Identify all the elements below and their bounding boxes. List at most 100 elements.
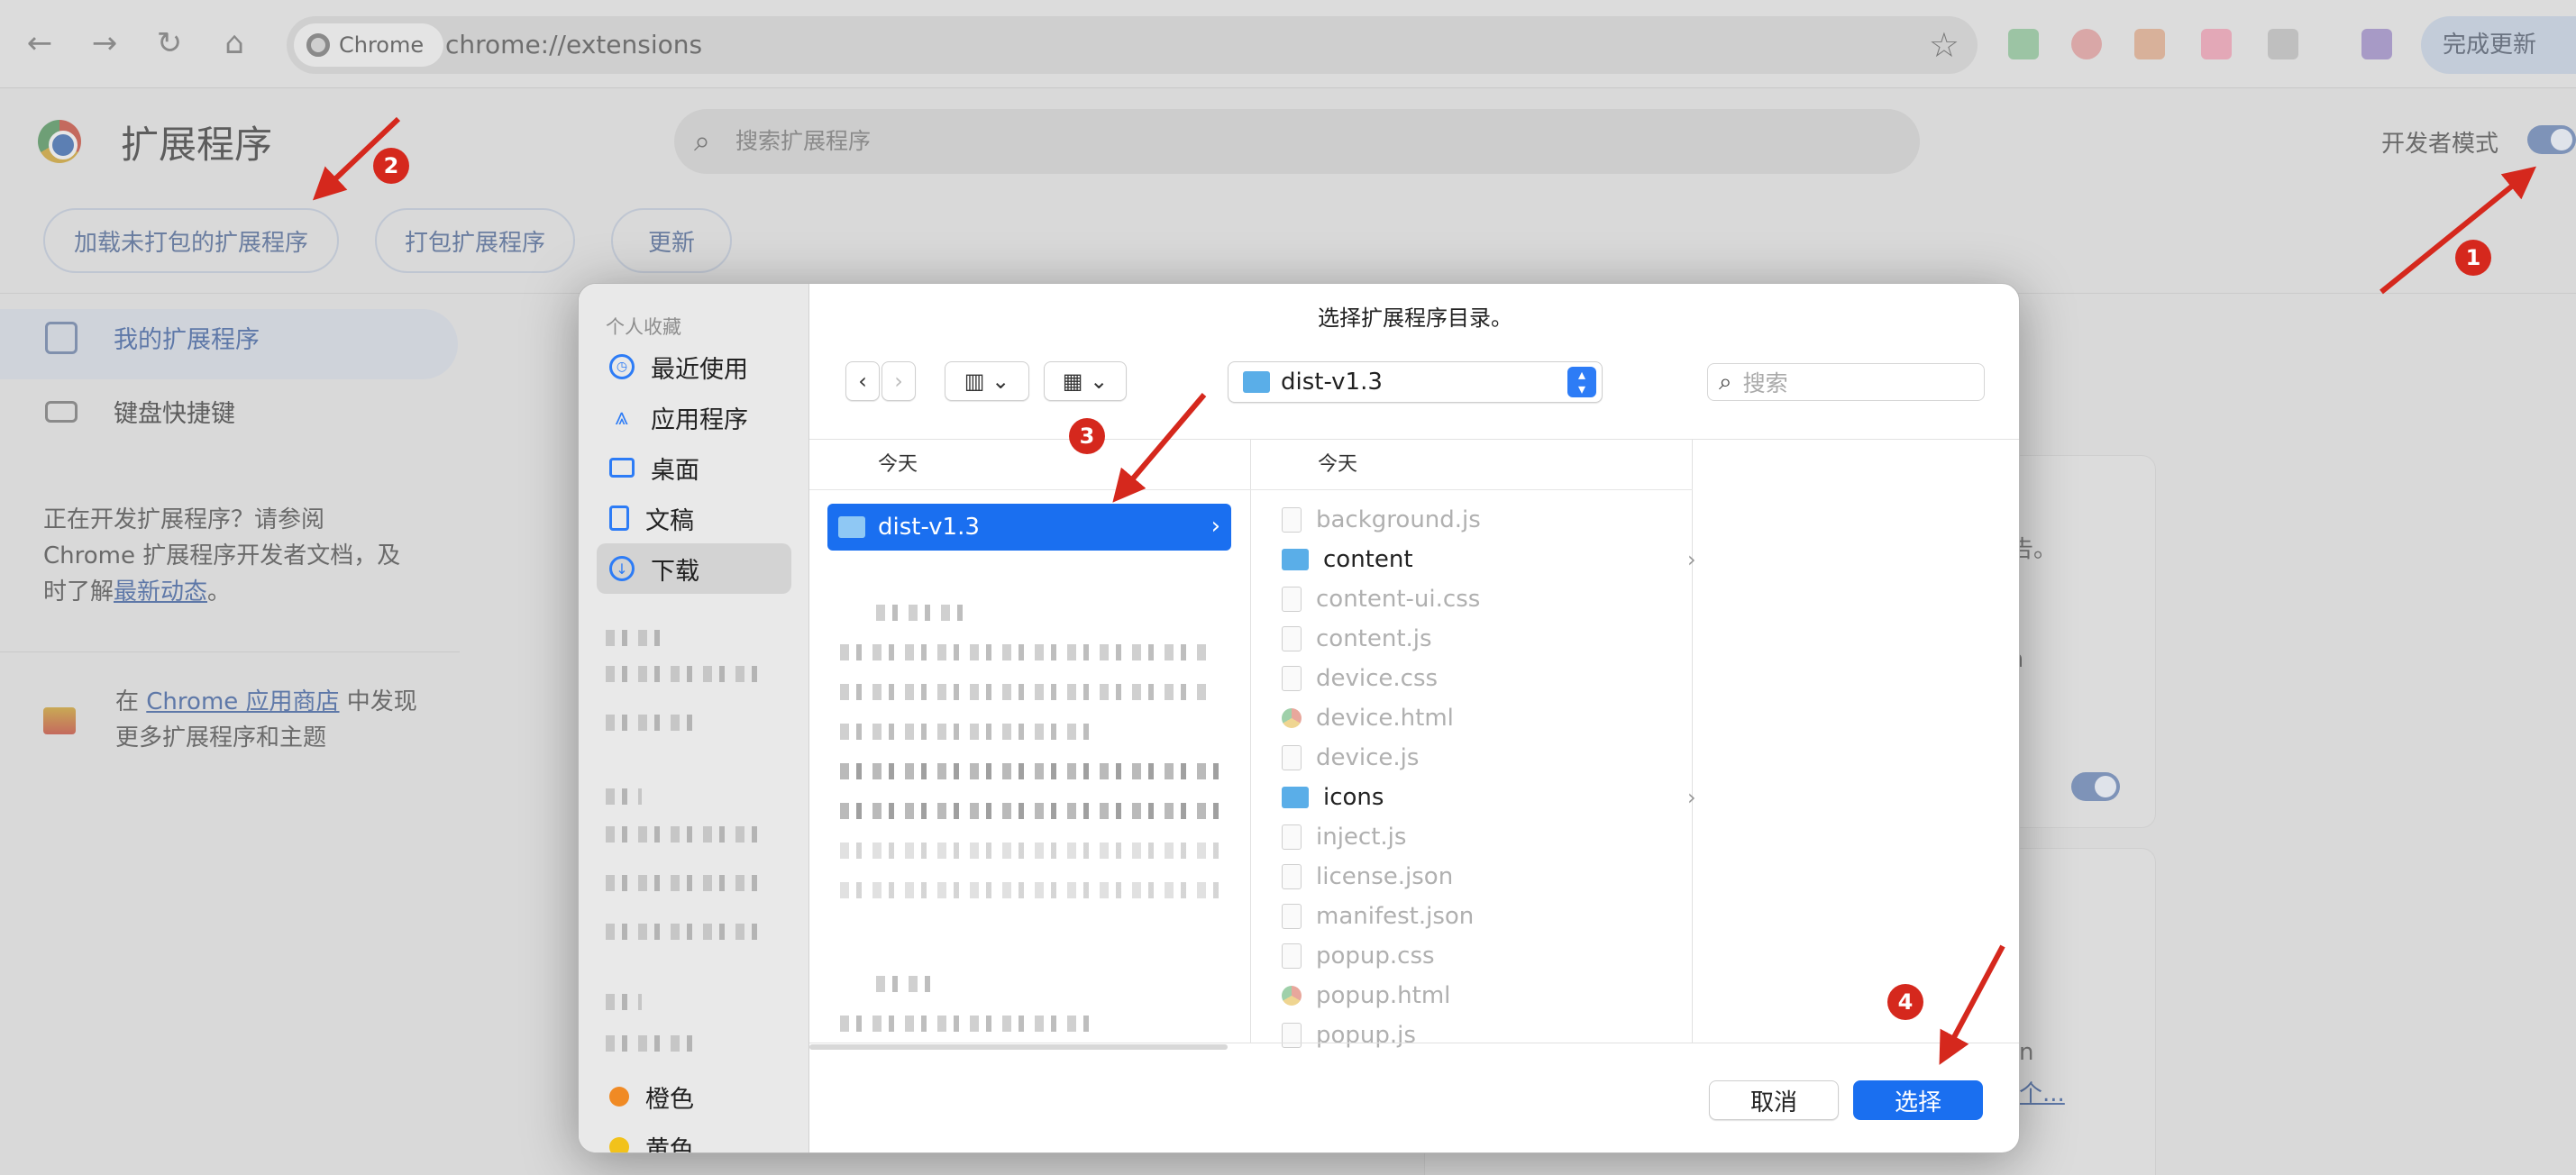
file-row[interactable]: content-ui.css — [1282, 579, 1480, 619]
extension-icon[interactable] — [2268, 29, 2298, 59]
sidebar-item-label: 下载 — [651, 557, 699, 586]
extension-icon[interactable] — [2134, 29, 2165, 59]
sidebar-item-downloads[interactable]: ↓ 下载 — [597, 543, 791, 594]
update-button[interactable]: 完成更新 — [2421, 16, 2576, 74]
redacted-item[interactable] — [606, 666, 768, 682]
search-placeholder: 搜索扩展程序 — [735, 128, 872, 154]
file-name: content — [1323, 546, 1413, 573]
yellow-tag-icon — [609, 1137, 629, 1152]
card-details-link[interactable]: 个... — [2019, 1075, 2065, 1108]
load-unpacked-button[interactable]: 加载未打包的扩展程序 — [43, 208, 339, 273]
url-text[interactable]: chrome://extensions — [445, 16, 702, 74]
extension-search-input[interactable]: ⌕ 搜索扩展程序 — [674, 109, 1920, 174]
redacted-item[interactable] — [606, 826, 761, 843]
sidebar-item-recents[interactable]: ◷ 最近使用 — [597, 342, 791, 392]
dialog-search-input[interactable]: ⌕ 搜索 — [1707, 363, 1985, 401]
html-file-icon — [1282, 986, 1302, 1006]
update-extensions-button[interactable]: 更新 — [611, 208, 732, 273]
folder-icon — [838, 516, 865, 538]
sidebar-item-desktop[interactable]: 桌面 — [597, 442, 791, 493]
redacted-row[interactable] — [840, 763, 1219, 779]
file-row[interactable]: device.html — [1282, 698, 1454, 738]
redacted-section — [606, 994, 642, 1010]
redacted-row[interactable] — [876, 605, 966, 621]
folder-icon — [1282, 787, 1309, 808]
sidebar-item-documents[interactable]: 文稿 — [597, 493, 791, 543]
download-icon: ↓ — [609, 556, 635, 581]
file-name: content.js — [1316, 625, 1432, 652]
back-nav-button[interactable]: ‹ — [845, 361, 880, 401]
file-row[interactable]: inject.js — [1282, 817, 1406, 857]
chevron-right-icon: › — [1687, 547, 1696, 572]
grid-view-button[interactable]: ▦ ⌄ — [1044, 361, 1127, 401]
home-icon[interactable]: ⌂ — [215, 23, 254, 63]
file-row[interactable]: device.js — [1282, 738, 1419, 778]
extension-icon[interactable] — [2008, 29, 2039, 59]
selected-folder-row[interactable]: dist-v1.3 › — [827, 504, 1231, 551]
folder-icon — [1243, 371, 1270, 393]
select-button[interactable]: 选择 — [1853, 1080, 1983, 1120]
file-name: device.css — [1316, 665, 1439, 692]
extension-enable-toggle[interactable] — [2071, 772, 2120, 801]
redacted-row[interactable] — [840, 684, 1210, 700]
forward-nav-button[interactable]: › — [882, 361, 916, 401]
file-icon — [1282, 1023, 1302, 1048]
dialog-title: 选择扩展程序目录。 — [1318, 305, 1512, 331]
extensions-puzzle-icon[interactable] — [2361, 29, 2392, 59]
location-select[interactable]: dist-v1.3 ▴ ▾ — [1228, 361, 1603, 403]
folder-row[interactable]: icons › — [1282, 778, 1696, 817]
document-icon — [609, 506, 629, 531]
redacted-row[interactable] — [840, 882, 1219, 898]
file-row[interactable]: popup.html — [1282, 976, 1450, 1016]
horizontal-scrollbar[interactable] — [809, 1044, 1228, 1050]
file-row[interactable]: content.js — [1282, 619, 1432, 659]
back-icon[interactable]: ← — [20, 23, 59, 63]
reload-icon[interactable]: ↻ — [150, 23, 189, 63]
file-icon — [1282, 507, 1302, 533]
forward-icon[interactable]: → — [85, 23, 124, 63]
sidebar-item-applications[interactable]: ⩓ 应用程序 — [597, 392, 791, 442]
grid-icon: ▦ ⌄ — [1062, 369, 1109, 394]
web-store-link[interactable]: Chrome 应用商店 — [146, 688, 339, 715]
dev-mode-toggle[interactable] — [2527, 125, 2576, 154]
cancel-button[interactable]: 取消 — [1709, 1080, 1839, 1120]
extension-icon[interactable] — [2071, 29, 2102, 59]
file-name: popup.js — [1316, 1022, 1416, 1049]
favorites-header: 个人收藏 — [606, 316, 681, 338]
redacted-row[interactable] — [840, 843, 1219, 859]
redacted-row[interactable] — [840, 1016, 1092, 1032]
developer-note-end: 。 — [207, 578, 232, 606]
address-bar[interactable]: Chrome chrome://extensions ☆ — [287, 16, 1978, 74]
sidebar-item-label: 桌面 — [651, 456, 699, 485]
extension-icon[interactable] — [2201, 29, 2232, 59]
tag-orange[interactable]: 橙色 — [597, 1071, 791, 1122]
file-name: device.html — [1316, 705, 1454, 732]
site-chip[interactable]: Chrome — [294, 23, 444, 67]
annotation-badge-4: 4 — [1887, 984, 1923, 1020]
page-title: 扩展程序 — [121, 123, 273, 167]
file-name: manifest.json — [1316, 903, 1475, 930]
file-row[interactable]: device.css — [1282, 659, 1438, 698]
latest-news-link[interactable]: 最新动态 — [114, 578, 207, 606]
sidebar-item-shortcuts[interactable]: 键盘快捷键 — [45, 394, 235, 429]
redacted-row[interactable] — [840, 724, 1092, 740]
redacted-item[interactable] — [606, 1035, 696, 1052]
redacted-row[interactable] — [876, 976, 930, 992]
redacted-row[interactable] — [840, 803, 1219, 819]
file-row[interactable]: popup.js — [1282, 1016, 1416, 1055]
sidebar-item-my-extensions[interactable]: 我的扩展程序 — [45, 320, 260, 355]
clock-icon: ◷ — [609, 354, 635, 379]
file-row[interactable]: popup.css — [1282, 936, 1435, 976]
view-mode-button[interactable]: ▥ ⌄ — [945, 361, 1029, 401]
bookmark-star-icon[interactable]: ☆ — [1929, 25, 1959, 65]
file-row[interactable]: background.js — [1282, 500, 1481, 540]
folder-row[interactable]: content › — [1282, 540, 1696, 579]
redacted-item[interactable] — [606, 715, 696, 731]
pack-extension-button[interactable]: 打包扩展程序 — [375, 208, 575, 273]
redacted-item[interactable] — [606, 875, 761, 891]
redacted-item[interactable] — [606, 924, 761, 940]
file-row[interactable]: manifest.json — [1282, 897, 1474, 936]
file-row[interactable]: license.json — [1282, 857, 1453, 897]
redacted-row[interactable] — [840, 644, 1210, 660]
tag-yellow[interactable]: 黄色 — [597, 1122, 791, 1152]
